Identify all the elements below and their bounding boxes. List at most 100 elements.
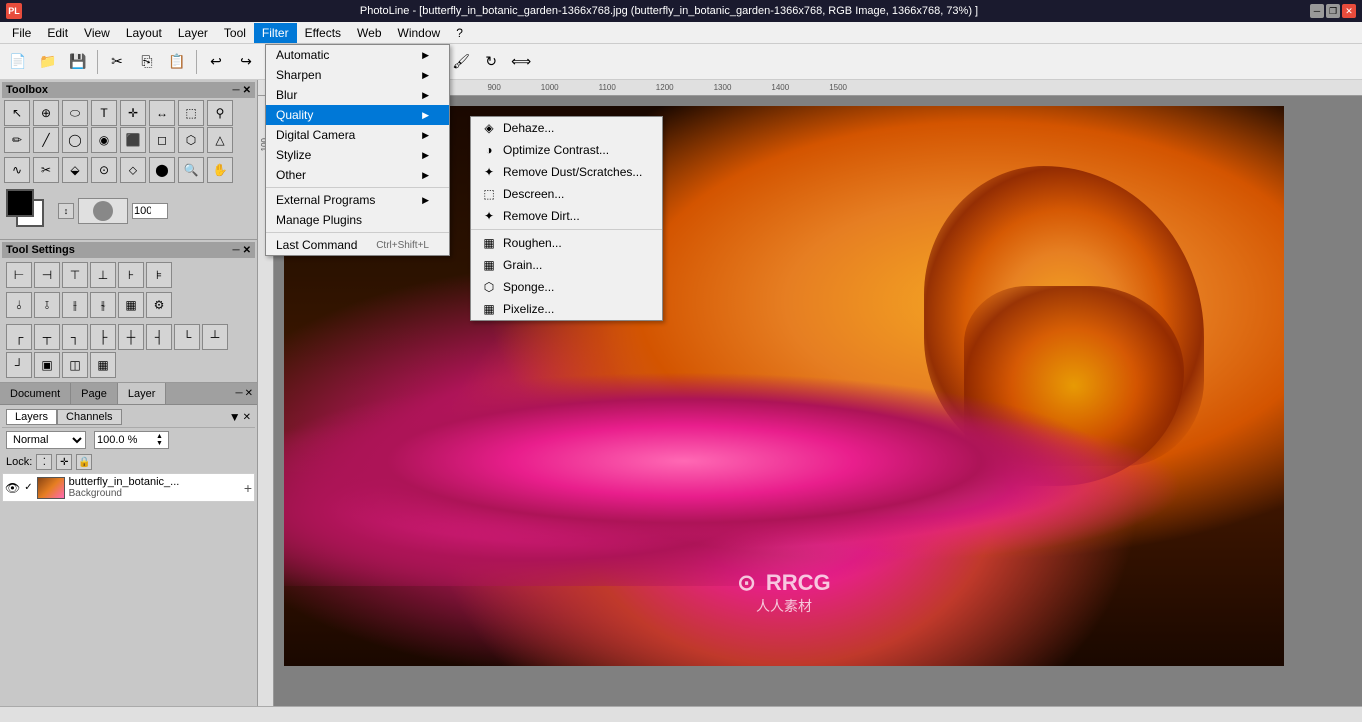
align-top[interactable]: ⊥: [90, 262, 116, 288]
filter-manage-plugins[interactable]: Manage Plugins: [266, 210, 449, 230]
lock-move-btn[interactable]: ✛: [56, 454, 72, 470]
tab-page[interactable]: Page: [71, 383, 118, 404]
dist-space[interactable]: ⫳: [90, 292, 116, 318]
tab-layer[interactable]: Layer: [118, 383, 167, 404]
toolbar-redo[interactable]: ↪: [232, 48, 260, 76]
anchor-ml[interactable]: ├: [90, 324, 116, 350]
tool-eyedrop[interactable]: ⚲: [207, 100, 233, 126]
tool-hand[interactable]: ✋: [207, 157, 233, 183]
anchor-center[interactable]: ◫: [62, 352, 88, 378]
toolbar-paste[interactable]: 📋: [163, 48, 191, 76]
menu-view[interactable]: View: [76, 23, 118, 43]
tool-select[interactable]: ⊕: [33, 100, 59, 126]
lock-all-btn[interactable]: 🔒: [76, 454, 92, 470]
layers-menu-btn[interactable]: ▼: [229, 410, 241, 424]
menu-web[interactable]: Web: [349, 23, 389, 43]
dist-equal[interactable]: ⫲: [62, 292, 88, 318]
align-bottom[interactable]: ⊧: [146, 262, 172, 288]
opacity-down-btn[interactable]: ▼: [156, 440, 166, 447]
toolbar-undo[interactable]: ↩: [202, 48, 230, 76]
tool-move[interactable]: ✛: [120, 100, 146, 126]
align-right[interactable]: ⊤: [62, 262, 88, 288]
tool-rect-empty[interactable]: ◻: [149, 127, 175, 153]
swap-colors-btn[interactable]: ↕: [58, 203, 74, 219]
tool-triangle[interactable]: △: [207, 127, 233, 153]
anchor-mr[interactable]: ┤: [146, 324, 172, 350]
restore-button[interactable]: ❐: [1326, 4, 1340, 18]
tool-settings-close-btn[interactable]: ✕: [243, 245, 251, 256]
layer-check[interactable]: ✓: [24, 482, 32, 493]
tab-layers[interactable]: Layers: [6, 409, 57, 425]
quality-remove-dust[interactable]: ✦ Remove Dust/Scratches...: [471, 161, 662, 183]
anchor-bl[interactable]: └: [174, 324, 200, 350]
dist-v[interactable]: ⫱: [34, 292, 60, 318]
tool-lasso[interactable]: ⬭: [62, 100, 88, 126]
anchor-tl[interactable]: ┌: [6, 324, 32, 350]
quality-grain[interactable]: ▦ Grain...: [471, 254, 662, 276]
tool-diamond[interactable]: ⬦: [120, 157, 146, 183]
anchor-tr[interactable]: ┐: [62, 324, 88, 350]
tool-scissors[interactable]: ✂: [33, 157, 59, 183]
panel-minimize-btn[interactable]: ─: [236, 388, 243, 399]
menu-filter[interactable]: Filter: [254, 23, 297, 43]
menu-edit[interactable]: Edit: [39, 23, 76, 43]
toolbar-new[interactable]: 📄: [4, 48, 32, 76]
panel-close-btn[interactable]: ✕: [245, 388, 253, 399]
anchor-mc[interactable]: ┼: [118, 324, 144, 350]
lock-dots-btn[interactable]: ⁚: [36, 454, 52, 470]
quality-dehaze[interactable]: ◈ Dehaze...: [471, 117, 662, 139]
align-left[interactable]: ⊢: [6, 262, 32, 288]
anchor-grid[interactable]: ▦: [90, 352, 116, 378]
align-center-h[interactable]: ⊣: [34, 262, 60, 288]
anchor-bc[interactable]: ┴: [202, 324, 228, 350]
toolbar-save[interactable]: 💾: [64, 48, 92, 76]
tool-transform[interactable]: ↔: [149, 100, 175, 126]
tool-dot[interactable]: ⬤: [149, 157, 175, 183]
menu-help[interactable]: ?: [448, 23, 471, 43]
tool-arrow[interactable]: ↖: [4, 100, 30, 126]
toolbox-close-btn[interactable]: ✕: [243, 85, 251, 96]
tool-crop[interactable]: ⬚: [178, 100, 204, 126]
toolbar-color2[interactable]: 🖌: [447, 48, 475, 76]
toolbar-rotate[interactable]: ↻: [477, 48, 505, 76]
tool-brush[interactable]: ∿: [4, 157, 30, 183]
quality-sponge[interactable]: ⬡ Sponge...: [471, 276, 662, 298]
add-layer-btn[interactable]: +: [244, 480, 252, 496]
dist-h[interactable]: ⫰: [6, 292, 32, 318]
tool-poly[interactable]: ⬡: [178, 127, 204, 153]
tool-settings-minimize-btn[interactable]: ─: [233, 245, 240, 256]
minimize-button[interactable]: ─: [1310, 4, 1324, 18]
menu-layer[interactable]: Layer: [170, 23, 216, 43]
close-button[interactable]: ✕: [1342, 4, 1356, 18]
layer-item-butterfly[interactable]: 👁 ✓ butterfly_in_botanic_... Background …: [2, 473, 255, 502]
align-center-v[interactable]: ⊦: [118, 262, 144, 288]
tool-circle[interactable]: ◯: [62, 127, 88, 153]
tab-document[interactable]: Document: [0, 383, 71, 404]
toolbox-minimize-btn[interactable]: ─: [233, 85, 240, 96]
quality-pixelize[interactable]: ▦ Pixelize...: [471, 298, 662, 320]
tool-line[interactable]: ╱: [33, 127, 59, 153]
opacity-up-btn[interactable]: ▲: [156, 433, 166, 440]
tab-channels[interactable]: Channels: [57, 409, 121, 425]
filter-automatic[interactable]: Automatic ▶: [266, 45, 449, 65]
menu-window[interactable]: Window: [390, 23, 449, 43]
menu-tool[interactable]: Tool: [216, 23, 254, 43]
anchor-tc[interactable]: ┬: [34, 324, 60, 350]
quality-descreen[interactable]: ⬚ Descreen...: [471, 183, 662, 205]
anchor-br[interactable]: ┘: [6, 352, 32, 378]
brush-size-input[interactable]: [132, 203, 168, 219]
tool-bucket[interactable]: ⊙: [91, 157, 117, 183]
settings-gear[interactable]: ⚙: [146, 292, 172, 318]
toolbar-open[interactable]: 📁: [34, 48, 62, 76]
tool-eraser[interactable]: ⬙: [62, 157, 88, 183]
quality-roughen[interactable]: ▦ Roughen...: [471, 232, 662, 254]
anchor-full[interactable]: ▣: [34, 352, 60, 378]
filter-other[interactable]: Other ▶: [266, 165, 449, 185]
tool-rect-fill[interactable]: ⬛: [120, 127, 146, 153]
filter-sharpen[interactable]: Sharpen ▶: [266, 65, 449, 85]
fg-color-swatch[interactable]: [6, 189, 34, 217]
menu-file[interactable]: File: [4, 23, 39, 43]
menu-layout[interactable]: Layout: [118, 23, 170, 43]
quality-remove-dirt[interactable]: ✦ Remove Dirt...: [471, 205, 662, 227]
toolbar-cut[interactable]: ✂: [103, 48, 131, 76]
